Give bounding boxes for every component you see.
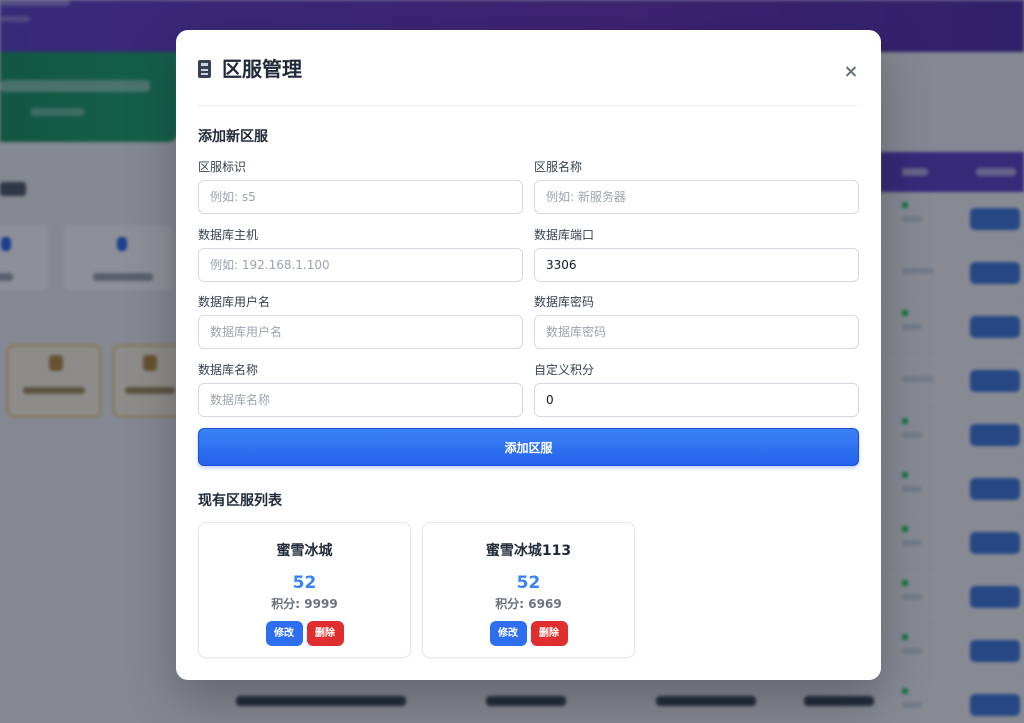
add-server-form: 区服标识 例如: s5 区服名称 例如: 新服务器 数据库主机 例如: 192.… (198, 158, 859, 428)
db-host-input[interactable]: 例如: 192.168.1.100 (198, 247, 523, 282)
db-user-input[interactable]: 数据库用户名 (198, 315, 523, 349)
server-icon (198, 59, 211, 78)
db-password-field: 数据库密码 数据库密码 (534, 293, 859, 361)
field-label: 数据库密码 (534, 295, 595, 309)
add-server-heading: 添加新区服 (198, 129, 268, 145)
server-name: 蜜雪冰城113 (485, 543, 572, 559)
modal-title: 区服管理 (222, 57, 302, 81)
server-count: 52 (292, 573, 317, 593)
server-id-field: 区服标识 例如: s5 (198, 158, 523, 226)
server-name-field: 区服名称 例如: 新服务器 (534, 158, 859, 226)
modal-header: 区服管理 (198, 30, 859, 106)
server-name: 蜜雪冰城 (276, 543, 333, 559)
server-count: 52 (516, 573, 541, 593)
field-label: 数据库用户名 (198, 295, 271, 309)
delete-server-button[interactable]: 删除 (306, 621, 344, 646)
edit-server-button[interactable]: 修改 (489, 621, 527, 646)
close-icon[interactable] (843, 64, 859, 80)
field-label: 数据库主机 (198, 227, 259, 242)
db-password-input[interactable]: 数据库密码 (534, 315, 859, 349)
db-name-field: 数据库名称 数据库名称 (198, 361, 523, 429)
server-list: 蜜雪冰城 52 积分: 9999 修改 删除 蜜雪冰城113 52 积分: 69… (198, 522, 635, 658)
server-card: 蜜雪冰城 52 积分: 9999 修改 删除 (198, 522, 411, 658)
server-list-heading: 现有区服列表 (198, 493, 282, 509)
server-card: 蜜雪冰城113 52 积分: 6969 修改 删除 (422, 522, 635, 658)
field-label: 数据库名称 (198, 362, 259, 377)
server-score: 积分: 9999 (271, 597, 338, 611)
add-server-button[interactable]: 添加区服 (198, 428, 859, 466)
field-label: 数据库端口 (534, 227, 595, 242)
field-label: 自定义积分 (534, 362, 595, 377)
field-label: 区服名称 (534, 160, 583, 174)
server-id-input[interactable]: 例如: s5 (198, 180, 523, 214)
field-label: 区服标识 (198, 160, 247, 174)
db-port-field: 数据库端口 3306 (534, 226, 859, 294)
db-host-field: 数据库主机 例如: 192.168.1.100 (198, 226, 523, 294)
db-user-field: 数据库用户名 数据库用户名 (198, 293, 523, 361)
server-score: 积分: 6969 (495, 597, 562, 611)
server-name-input[interactable]: 例如: 新服务器 (534, 180, 859, 214)
custom-score-field: 自定义积分 0 (534, 361, 859, 429)
db-name-input[interactable]: 数据库名称 (198, 382, 523, 417)
custom-score-input[interactable]: 0 (534, 382, 859, 417)
edit-server-button[interactable]: 修改 (265, 621, 303, 646)
delete-server-button[interactable]: 删除 (530, 621, 568, 646)
db-port-input[interactable]: 3306 (534, 247, 859, 282)
server-management-modal: 区服管理 添加新区服 区服标识 例如: s5 区服名称 例如: 新服务器 数据库… (176, 30, 881, 680)
